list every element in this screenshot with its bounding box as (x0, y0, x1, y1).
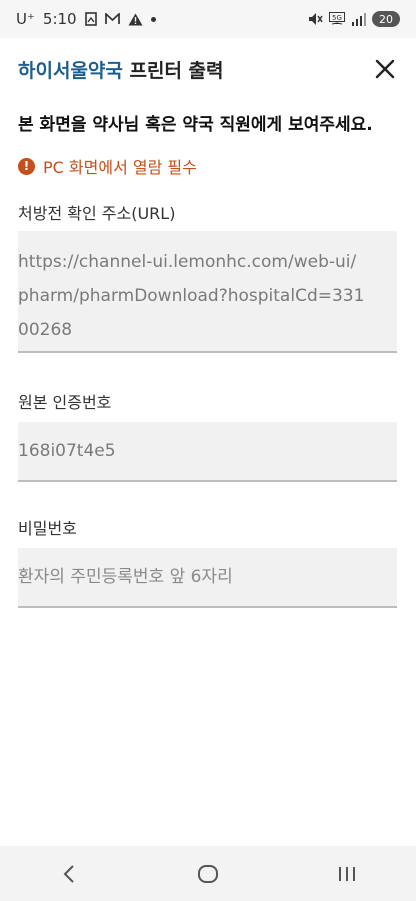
gallery-icon (84, 12, 97, 26)
url-label: 처방전 확인 주소(URL) (18, 204, 176, 223)
page-title: 하이서울약국 프린터 출력 (18, 56, 224, 83)
code-label: 원본 인증번호 (18, 393, 112, 412)
url-line-3: 00268 (18, 320, 73, 340)
auth-code-value: 168i07t4e5 (18, 441, 116, 461)
back-icon (63, 864, 75, 883)
close-button[interactable] (372, 56, 398, 82)
auth-code-field[interactable]: 168i07t4e5 (18, 422, 397, 482)
dot-icon (150, 16, 156, 22)
5g-icon: 5G (329, 12, 345, 26)
mute-icon (308, 12, 323, 26)
pharmacy-name: 하이서울약국 (18, 59, 123, 82)
home-icon (197, 864, 218, 883)
signal-icon (351, 12, 366, 26)
recents-icon (338, 866, 355, 881)
mail-icon (104, 13, 120, 25)
url-line-2: pharm/pharmDownload?hospitalCd=331 (18, 286, 365, 306)
notice-text: 본 화면을 약사님 혹은 약국 직원에게 보여주세요. (18, 115, 373, 135)
url-field[interactable]: https://channel-ui.lemonhc.com/web-ui/ p… (18, 231, 397, 353)
password-field[interactable] (18, 548, 397, 608)
close-icon (375, 59, 395, 79)
status-right: 5G 20 (308, 11, 400, 27)
battery-icon: 20 (372, 11, 400, 27)
password-label: 비밀번호 (18, 519, 77, 538)
warning-text: PC 화면에서 열람 필수 (43, 158, 197, 177)
exclamation-circle-icon: ! (18, 157, 35, 175)
svg-text:5G: 5G (332, 14, 342, 22)
status-bar: U⁺ 5:10 5G 20 (0, 0, 416, 38)
navigation-bar (0, 846, 416, 901)
header: 하이서울약국 프린터 출력 (0, 38, 416, 100)
title-suffix: 프린터 출력 (122, 59, 224, 82)
clock: 5:10 (42, 10, 77, 28)
recents-button[interactable] (317, 854, 377, 894)
carrier-label: U⁺ (16, 10, 35, 28)
alert-icon (128, 13, 143, 26)
home-button[interactable] (178, 854, 238, 894)
back-button[interactable] (39, 854, 99, 894)
status-left: U⁺ 5:10 (16, 10, 156, 28)
password-input[interactable] (18, 567, 397, 587)
url-line-1: https://channel-ui.lemonhc.com/web-ui/ (18, 252, 357, 272)
warning-message: ! PC 화면에서 열람 필수 (18, 154, 197, 178)
